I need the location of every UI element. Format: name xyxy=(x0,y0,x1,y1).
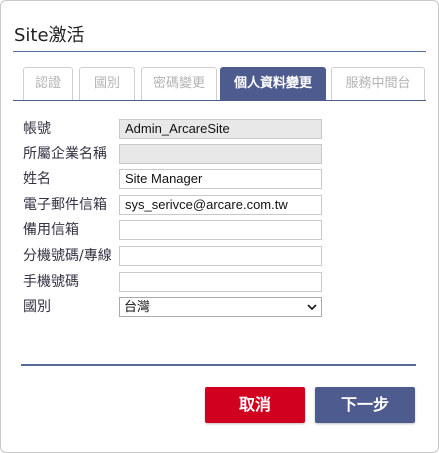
account-label: 帳號 xyxy=(23,121,51,137)
dialog-title: Site激活 xyxy=(14,25,85,46)
email-label: 電子郵件信箱 xyxy=(23,197,107,213)
tab-verification[interactable]: 認證 xyxy=(23,67,73,100)
extension-input[interactable] xyxy=(119,246,322,266)
next-step-button[interactable]: 下一步 xyxy=(315,387,415,423)
mobile-input[interactable] xyxy=(119,272,322,292)
mobile-label: 手機號碼 xyxy=(23,274,79,290)
backup-email-input[interactable] xyxy=(119,220,322,240)
name-input[interactable]: Site Manager xyxy=(119,169,322,189)
tab-bar: 認證 國別 密碼變更 個人資料變更 服務中間台 xyxy=(13,63,426,101)
tab-country[interactable]: 國別 xyxy=(79,67,135,100)
email-input[interactable]: sys_serivce@arcare.com.tw xyxy=(119,195,322,215)
tab-password-change[interactable]: 密碼變更 xyxy=(141,67,217,100)
company-label: 所屬企業名稱 xyxy=(23,146,107,162)
country-select[interactable]: 台灣 xyxy=(119,297,322,317)
company-field xyxy=(119,144,322,164)
cancel-button[interactable]: 取消 xyxy=(205,387,305,423)
footer-divider xyxy=(21,364,416,366)
backup-email-label: 備用信箱 xyxy=(23,222,79,238)
tab-profile-change[interactable]: 個人資料變更 xyxy=(220,67,326,100)
country-selected-value: 台灣 xyxy=(124,299,151,314)
country-label: 國別 xyxy=(23,299,51,315)
name-label: 姓名 xyxy=(23,171,51,187)
extension-label: 分機號碼/專線 xyxy=(23,248,112,264)
title-divider xyxy=(13,51,426,52)
tab-underline xyxy=(13,100,426,101)
site-activation-dialog: Site激活 認證 國別 密碼變更 個人資料變更 服務中間台 帳號 Admin_… xyxy=(0,0,439,453)
account-field: Admin_ArcareSite xyxy=(119,119,322,139)
chevron-down-icon xyxy=(307,304,317,311)
tab-service-center[interactable]: 服務中間台 xyxy=(331,67,425,100)
